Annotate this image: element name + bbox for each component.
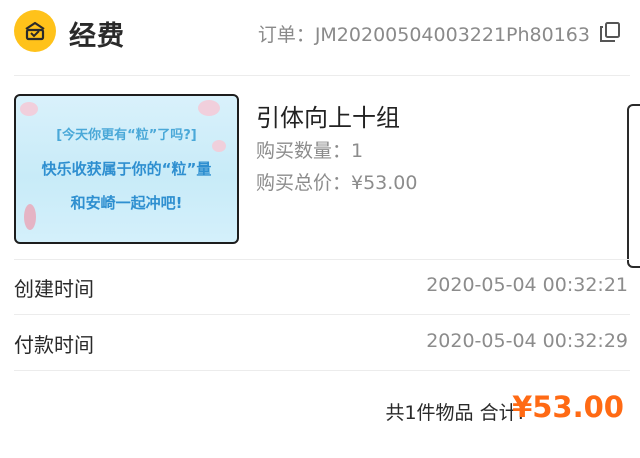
paid-time-value: 2020-05-04 00:32:29 [426, 330, 628, 352]
shop-logo-icon [14, 10, 56, 52]
created-time-row: 创建时间 2020-05-04 00:32:21 [0, 258, 640, 314]
order-summary: 共1件物品 合计: ¥53.00 [0, 380, 640, 440]
divider [14, 75, 630, 76]
product-image[interactable]: [今天你更有“粒”了吗?] 快乐收获属于你的“粒”量 和安崎一起冲吧! [14, 94, 239, 244]
blossom-decoration [198, 100, 220, 116]
image-text-line1: [今天你更有“粒”了吗?] [56, 128, 197, 143]
product-quantity: 购买数量：1 [256, 140, 364, 162]
product-item[interactable]: [今天你更有“粒”了吗?] 快乐收获属于你的“粒”量 和安崎一起冲吧! 引体向上… [0, 80, 640, 268]
order-header: 经费 订单：JM20200504003221Ph80163 [0, 0, 640, 64]
product-total: 购买总价：¥53.00 [256, 172, 418, 194]
image-text-line3: 和安崎一起冲吧! [70, 194, 183, 212]
shop-name[interactable]: 经费 [69, 14, 125, 53]
total-amount: ¥53.00 [512, 390, 624, 424]
paid-time-row: 付款时间 2020-05-04 00:32:29 [0, 314, 640, 370]
image-text-line2: 快乐收获属于你的“粒”量 [41, 160, 212, 178]
paid-time-label: 付款时间 [14, 333, 94, 357]
divider [14, 370, 630, 371]
copy-icon[interactable] [598, 20, 622, 44]
created-time-value: 2020-05-04 00:32:21 [426, 274, 628, 296]
item-count-label: 共1件物品 合计: [385, 402, 524, 424]
created-time-label: 创建时间 [14, 277, 94, 301]
blossom-decoration [20, 102, 38, 116]
side-popup-edge[interactable] [627, 104, 640, 268]
product-title[interactable]: 引体向上十组 [256, 98, 400, 133]
order-number: 订单：JM20200504003221Ph80163 [257, 24, 590, 46]
